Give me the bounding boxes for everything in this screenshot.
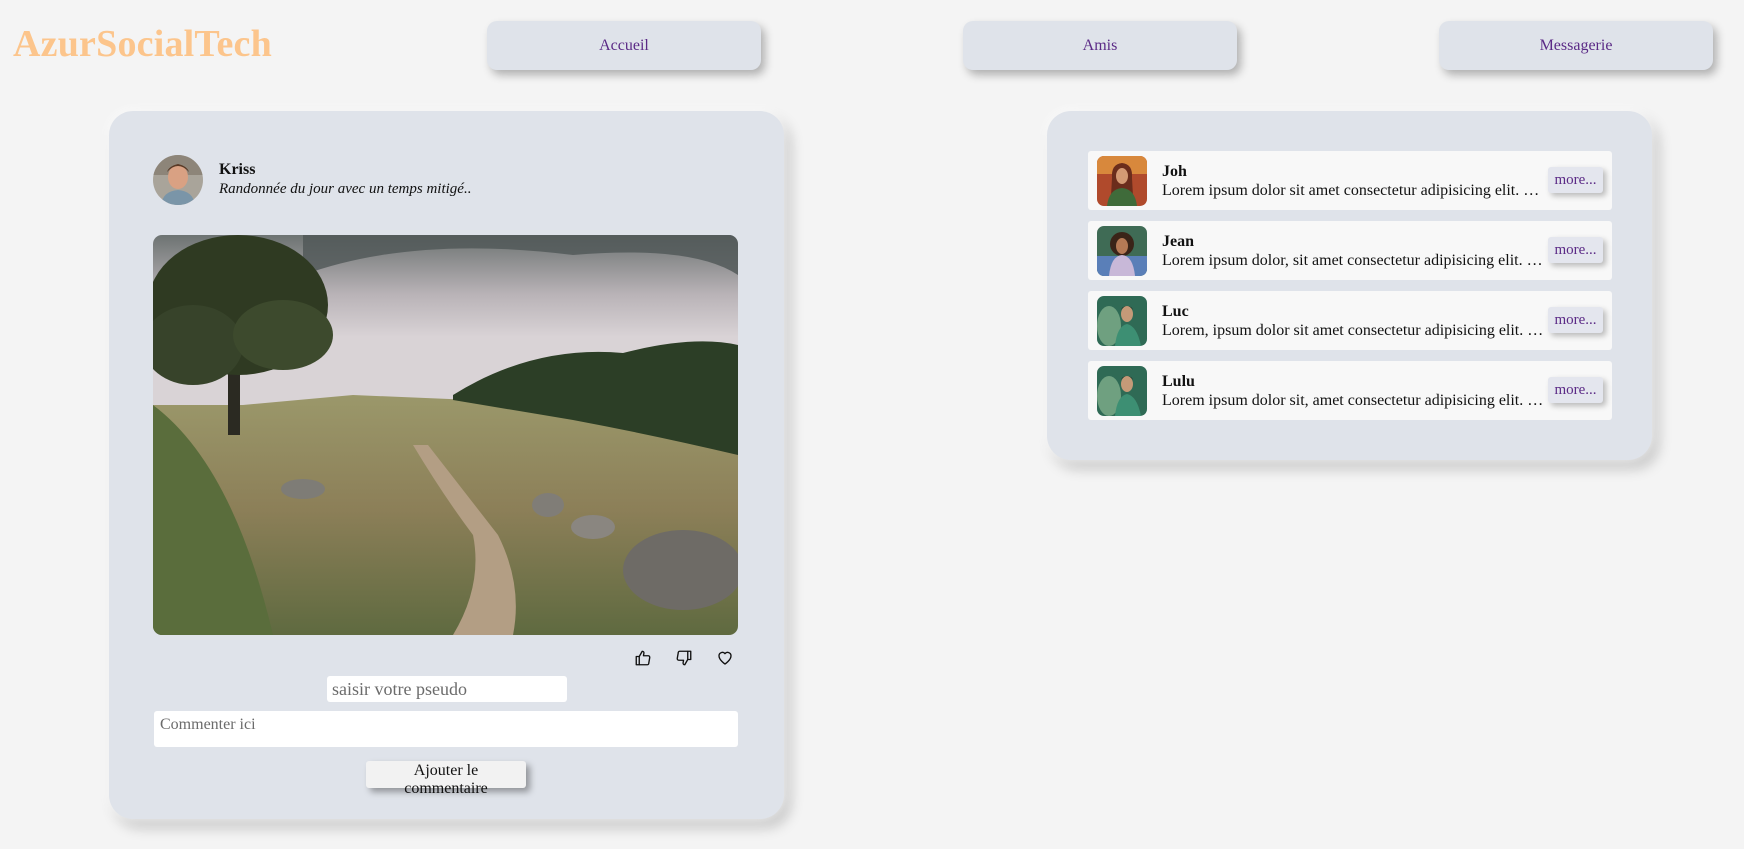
friend-avatar [1097,296,1147,346]
post-author-name: Kriss [219,161,256,178]
nav-messagerie-button[interactable]: Messagerie [1439,21,1713,70]
post-landscape-image [153,235,738,635]
friend-name: Jean [1162,233,1194,250]
heart-icon[interactable] [716,649,736,669]
more-button[interactable]: more... [1548,377,1603,403]
friends-card: Joh Lorem ipsum dolor sit amet consectet… [1047,111,1652,460]
friend-name: Luc [1162,303,1189,320]
friend-avatar [1097,226,1147,276]
add-comment-button[interactable]: Ajouter le commentaire [366,761,526,797]
post-caption: Randonnée du jour avec un temps mitigé.. [219,181,472,197]
friend-row: Jean Lorem ipsum dolor, sit amet consect… [1088,221,1612,280]
nav-accueil-button[interactable]: Accueil [487,21,761,70]
friend-name: Joh [1162,163,1187,180]
app-logo: AzurSocialTech [13,23,272,65]
more-button[interactable]: more... [1548,167,1603,193]
comment-input[interactable] [154,711,738,747]
more-button[interactable]: more... [1548,307,1603,333]
friend-avatar [1097,156,1147,206]
friend-name: Lulu [1162,373,1195,390]
friend-row: Luc Lorem, ipsum dolor sit amet consecte… [1088,291,1612,350]
nav-amis-button[interactable]: Amis [963,21,1237,70]
friend-avatar [1097,366,1147,416]
thumbs-down-icon[interactable] [675,649,695,669]
author-avatar [153,155,203,205]
post-card: Kriss Randonnée du jour avec un temps mi… [109,111,784,819]
more-button[interactable]: more... [1548,237,1603,263]
friend-message-preview: Lorem, ipsum dolor sit amet consectetur … [1162,322,1547,339]
friend-row: Joh Lorem ipsum dolor sit amet consectet… [1088,151,1612,210]
thumbs-up-icon[interactable] [634,649,654,669]
friend-message-preview: Lorem ipsum dolor sit amet consectetur a… [1162,182,1547,199]
pseudo-input[interactable] [327,676,567,702]
friend-row: Lulu Lorem ipsum dolor sit, amet consect… [1088,361,1612,420]
friend-message-preview: Lorem ipsum dolor sit, amet consectetur … [1162,392,1547,409]
friend-message-preview: Lorem ipsum dolor, sit amet consectetur … [1162,252,1547,269]
